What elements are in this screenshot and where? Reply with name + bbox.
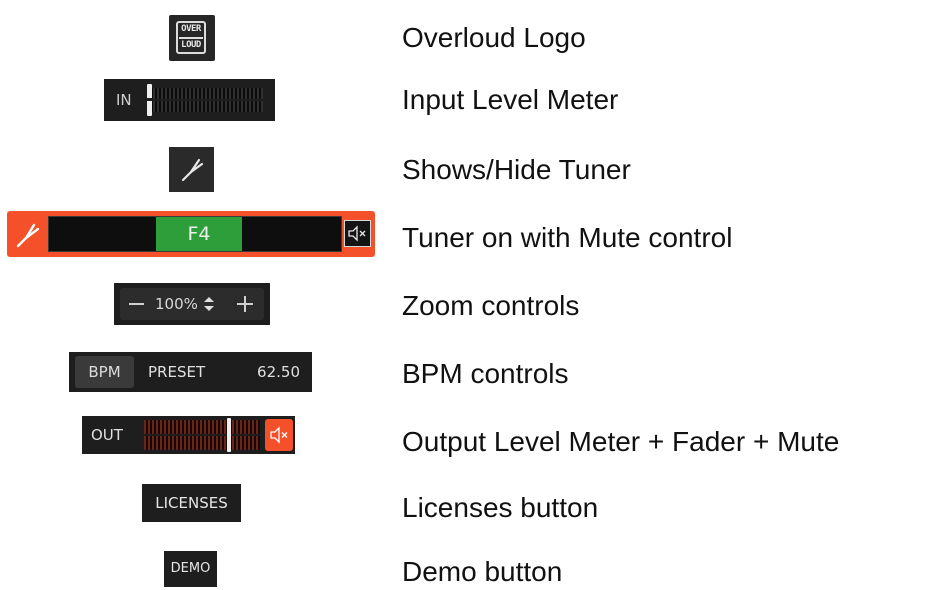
zoom-controls: 100% [114, 283, 270, 325]
speaker-mute-icon [348, 225, 366, 242]
zoom-value[interactable]: 100% [155, 295, 198, 313]
up-down-arrows-icon[interactable] [203, 295, 215, 313]
zoom-panel: 100% [120, 288, 264, 320]
bpm-controls: BPM PRESET 62.50 [69, 352, 312, 392]
description-bpm: BPM controls [402, 358, 569, 389]
zoom-out-button[interactable] [129, 303, 144, 305]
tuner-bar: F4 [7, 211, 375, 257]
output-meter-label: OUT [91, 426, 123, 444]
description-output-meter: Output Level Meter + Fader + Mute [402, 426, 840, 457]
tuning-fork-icon[interactable] [11, 217, 45, 251]
output-meter-track [144, 420, 260, 450]
output-mute-button[interactable] [265, 419, 293, 451]
bpm-button[interactable]: BPM [75, 356, 134, 388]
description-zoom: Zoom controls [402, 290, 580, 321]
overloud-logo: OVER LOUD [169, 15, 215, 61]
output-fader-handle[interactable] [227, 418, 231, 452]
input-meter-track [149, 88, 263, 112]
description-demo: Demo button [402, 556, 563, 587]
description-tuner-mute: Tuner on with Mute control [402, 222, 733, 253]
output-level-meter: OUT [82, 416, 295, 454]
tuning-fork-icon [181, 158, 204, 182]
description-licenses: Licenses button [402, 492, 599, 523]
bpm-preset-mode[interactable]: PRESET [148, 356, 205, 388]
plus-icon[interactable] [244, 296, 246, 312]
description-tuner-button: Shows/Hide Tuner [402, 154, 631, 185]
logo-text-over: OVER [181, 24, 201, 34]
demo-button[interactable]: DEMO [164, 551, 217, 587]
input-meter-label: IN [116, 91, 132, 109]
tuner-display: F4 [48, 216, 342, 252]
input-gain-handle[interactable] [147, 84, 152, 116]
bpm-value[interactable]: 62.50 [257, 356, 300, 388]
description-logo: Overloud Logo [402, 22, 586, 53]
logo-text-loud: LOUD [181, 40, 201, 50]
tuner-note: F4 [156, 217, 242, 251]
show-hide-tuner-button[interactable] [169, 147, 214, 192]
logo-frame: OVER LOUD [176, 21, 206, 54]
tuner-mute-button[interactable] [344, 220, 371, 247]
input-level-meter[interactable]: IN [104, 79, 275, 121]
speaker-mute-icon [270, 426, 288, 444]
description-input-meter: Input Level Meter [402, 84, 619, 115]
licenses-button[interactable]: LICENSES [142, 484, 241, 522]
